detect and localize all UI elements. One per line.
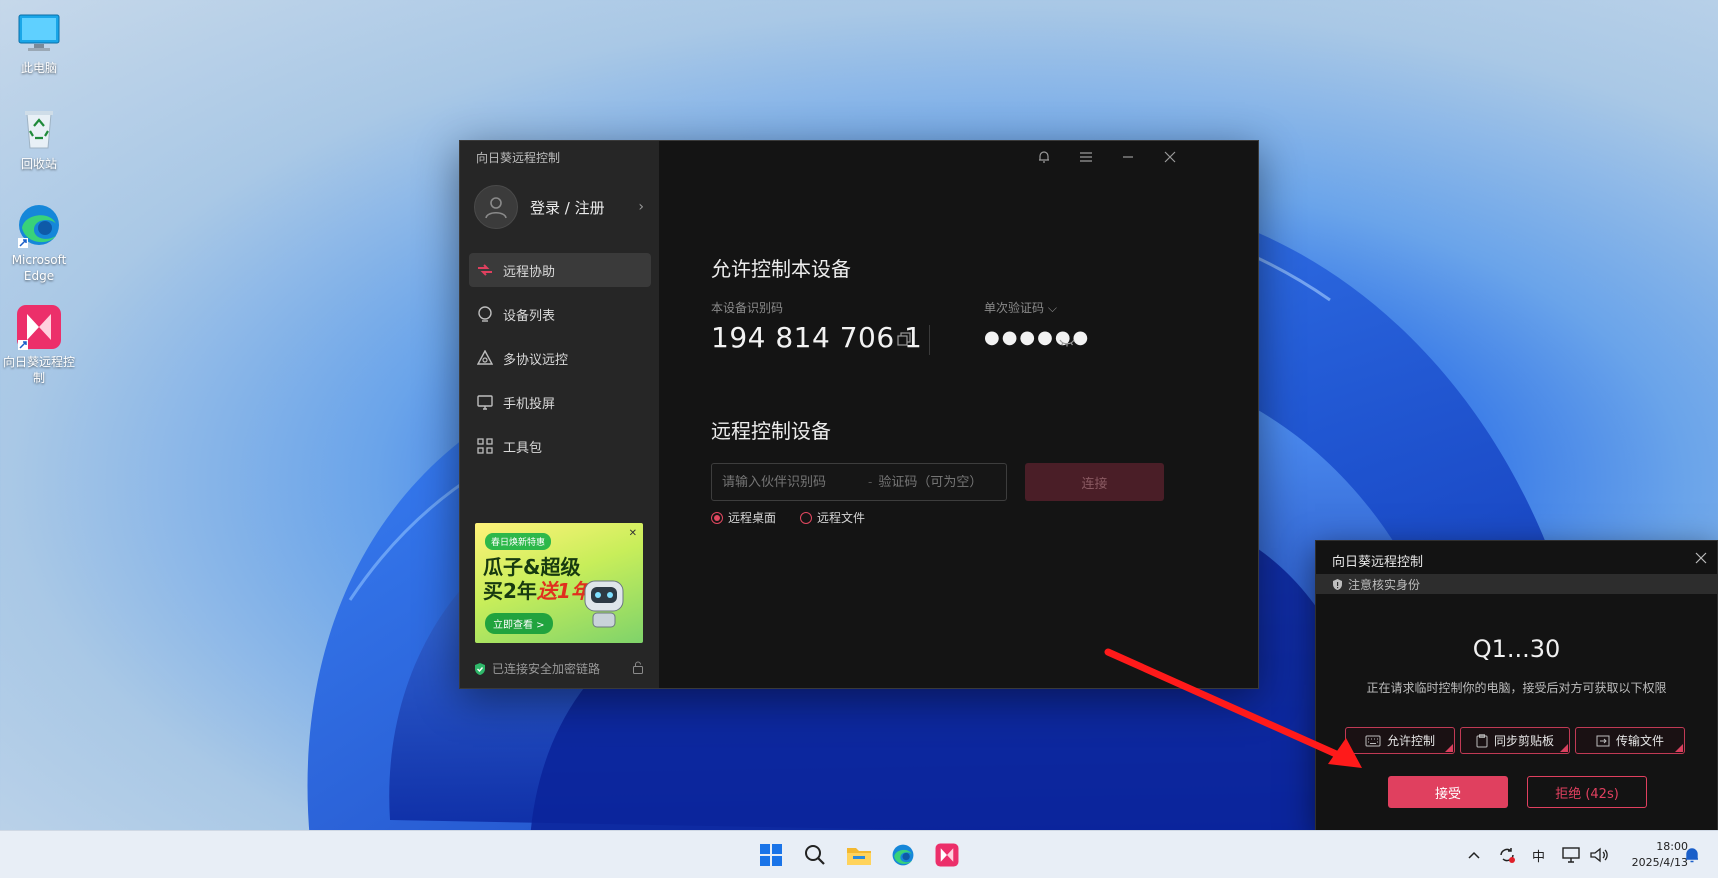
avatar xyxy=(474,185,518,229)
promo-cta-button[interactable]: 立即查看 > xyxy=(485,613,553,634)
device-list-icon xyxy=(477,306,493,322)
input-method-indicator[interactable]: 中 xyxy=(1532,831,1545,878)
sunlogin-icon xyxy=(16,304,62,350)
desktop-icon-label: 向日葵远程控制 xyxy=(2,355,75,385)
desktop-icon-edge[interactable]: Microsoft Edge xyxy=(0,202,78,284)
sunlogin-main-window: 向日葵远程控制 登录 / 注册 › 远程协助 设备列表 多协议远控 手机投屏 工… xyxy=(459,140,1259,689)
secure-status: 已连接安全加密链路 xyxy=(474,660,644,677)
permission-sync-clipboard[interactable]: 同步剪贴板 xyxy=(1460,727,1570,754)
radio-remote-desktop[interactable]: 远程桌面 xyxy=(711,509,776,526)
allow-control-title: 允许控制本设备 xyxy=(711,257,851,281)
promo-subline: 买2年送1年 xyxy=(483,579,591,603)
identity-warning: 注意核实身份 xyxy=(1316,574,1717,594)
accept-button[interactable]: 接受 xyxy=(1388,776,1508,808)
selected-corner-mark xyxy=(1445,744,1453,752)
desktop-icon-this-pc[interactable]: 此电脑 xyxy=(0,10,78,76)
monitor-icon xyxy=(16,10,62,56)
remote-assist-icon xyxy=(477,262,493,278)
partner-input-group: - xyxy=(711,463,1007,501)
desktop-icon-label: 回收站 xyxy=(20,157,57,171)
recycle-bin-icon xyxy=(16,106,62,152)
connect-button[interactable]: 连接 xyxy=(1025,463,1164,501)
sidebar-item-label: 远程协助 xyxy=(503,264,556,280)
desktop-icon-sunlogin[interactable]: 向日葵远程控制 xyxy=(0,304,78,386)
clock[interactable]: 18:00 2025/4/13 xyxy=(1632,839,1688,871)
permission-file-transfer[interactable]: 传输文件 xyxy=(1575,727,1685,754)
popup-title: 向日葵远程控制 xyxy=(1332,555,1424,570)
clock-date: 2025/4/13 xyxy=(1631,856,1688,869)
verification-code-input[interactable] xyxy=(878,474,999,490)
robot-illustration-icon xyxy=(584,580,624,628)
search-icon[interactable] xyxy=(799,839,831,871)
file-transfer-icon xyxy=(1596,735,1610,747)
shield-icon xyxy=(1333,578,1342,590)
selected-corner-mark xyxy=(1675,744,1683,752)
sidebar-item-label: 工具包 xyxy=(503,440,543,456)
requester-name: Q1...30 xyxy=(1472,635,1561,663)
windows-start-icon[interactable] xyxy=(755,839,787,871)
reject-button[interactable]: 拒绝 (42s) xyxy=(1527,776,1647,808)
device-id-value: 194 814 706 1 xyxy=(711,321,923,354)
close-icon[interactable] xyxy=(1695,549,1707,568)
notification-bell-icon[interactable] xyxy=(1684,831,1700,878)
secure-status-text: 已连接安全加密链路 xyxy=(492,662,601,676)
copy-icon[interactable] xyxy=(897,331,911,350)
sidebar-item-label: 多协议远控 xyxy=(503,352,569,368)
shield-check-icon xyxy=(475,662,485,675)
promo-badge: 春日焕新特惠 xyxy=(485,533,552,550)
partner-id-input[interactable] xyxy=(712,474,862,490)
permission-allow-control[interactable]: 允许控制 xyxy=(1345,727,1455,754)
desktop-icon-label: 此电脑 xyxy=(20,61,57,75)
sidebar-item-phone-cast[interactable]: 手机投屏 xyxy=(469,385,651,419)
desktop-icon-recycle-bin[interactable]: 回收站 xyxy=(0,106,78,172)
eye-closed-icon[interactable] xyxy=(1059,333,1075,352)
sidebar-item-device-list[interactable]: 设备列表 xyxy=(469,297,651,331)
app-title: 向日葵远程控制 xyxy=(476,151,561,165)
login-label: 登录 / 注册 xyxy=(530,198,605,217)
app-sidebar: 向日葵远程控制 登录 / 注册 › 远程协助 设备列表 多协议远控 手机投屏 工… xyxy=(460,141,659,688)
file-explorer-icon[interactable] xyxy=(843,839,875,871)
main-panel: 允许控制本设备 本设备识别码 单次验证码 ⌵ 194 814 706 1 ●●●… xyxy=(659,141,1258,688)
sidebar-item-multi-protocol[interactable]: 多协议远控 xyxy=(469,341,651,375)
phone-cast-icon xyxy=(477,394,493,410)
sidebar-nav: 远程协助 设备列表 多协议远控 手机投屏 工具包 xyxy=(469,253,651,473)
desktop-icon-label: Microsoft Edge xyxy=(11,253,67,283)
toolbox-icon xyxy=(477,438,493,454)
selected-corner-mark xyxy=(1560,744,1568,752)
connection-mode: 远程桌面 远程文件 xyxy=(711,509,889,526)
sync-icon[interactable] xyxy=(1498,831,1516,878)
remote-control-title: 远程控制设备 xyxy=(711,419,831,443)
clipboard-icon xyxy=(1476,733,1488,748)
device-id-label: 本设备识别码 xyxy=(711,301,784,315)
close-icon[interactable]: ✕ xyxy=(629,528,637,539)
sidebar-item-label: 手机投屏 xyxy=(503,396,556,412)
edge-icon[interactable] xyxy=(887,839,919,871)
user-icon xyxy=(485,197,507,219)
chevron-up-icon[interactable] xyxy=(1468,831,1480,878)
one-time-code-label[interactable]: 单次验证码 ⌵ xyxy=(984,299,1057,316)
taskbar: 中 18:00 2025/4/13 xyxy=(0,830,1718,878)
radio-selected-icon xyxy=(711,511,723,524)
network-icon[interactable] xyxy=(1562,831,1580,878)
chevron-right-icon: › xyxy=(638,199,644,215)
sidebar-item-toolbox[interactable]: 工具包 xyxy=(469,429,651,463)
sidebar-item-label: 设备列表 xyxy=(503,308,556,324)
radio-empty-icon xyxy=(800,511,813,524)
lock-icon[interactable] xyxy=(632,661,644,677)
promo-headline: 瓜子&超级 xyxy=(483,555,581,579)
login-entry[interactable]: 登录 / 注册 › xyxy=(474,185,644,229)
control-request-popup: 向日葵远程控制 注意核实身份 Q1...30 正在请求临时控制你的电脑，接受后对… xyxy=(1315,540,1718,832)
input-separator: - xyxy=(868,475,873,489)
sidebar-item-remote-assist[interactable]: 远程协助 xyxy=(469,253,651,287)
multi-protocol-icon xyxy=(477,350,493,366)
edge-icon xyxy=(16,202,62,248)
divider xyxy=(929,325,930,355)
sunlogin-taskbar-icon[interactable] xyxy=(931,839,963,871)
request-description: 正在请求临时控制你的电脑，接受后对方可获取以下权限 xyxy=(1366,681,1667,695)
keyboard-icon xyxy=(1365,735,1381,747)
clock-time: 18:00 xyxy=(1656,840,1688,853)
promo-banner[interactable]: 春日焕新特惠 ✕ 瓜子&超级 买2年送1年 立即查看 > xyxy=(475,523,643,643)
radio-remote-file[interactable]: 远程文件 xyxy=(800,509,865,526)
volume-icon[interactable] xyxy=(1590,831,1608,878)
